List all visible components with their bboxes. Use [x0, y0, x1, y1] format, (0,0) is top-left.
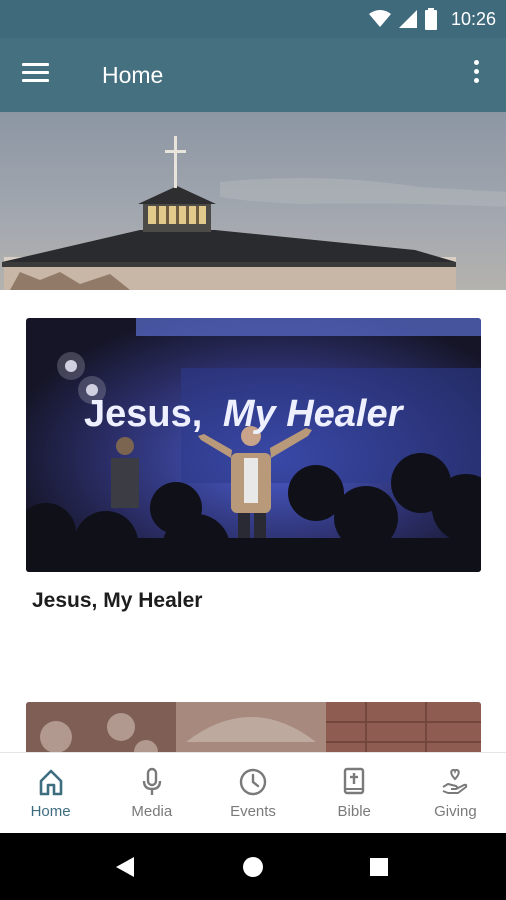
collage-photo — [26, 702, 481, 752]
hamburger-menu-icon[interactable] — [22, 58, 58, 92]
nav-label-giving: Giving — [434, 803, 477, 820]
nav-item-giving[interactable]: Giving — [405, 753, 506, 833]
system-navigation-bar — [0, 833, 506, 900]
card-image-title-line1: Jesus, — [84, 393, 202, 435]
page-title: Home — [102, 62, 164, 88]
nav-item-media[interactable]: Media — [101, 753, 202, 833]
recents-square-icon[interactable] — [344, 833, 414, 900]
app-bar: Home — [0, 38, 506, 112]
nav-label-home: Home — [30, 803, 71, 820]
sermon-card-caption[interactable]: Jesus, My Healer — [32, 589, 202, 613]
nav-item-bible[interactable]: Bible — [304, 753, 405, 833]
nav-label-events: Events — [230, 803, 276, 820]
bible-icon — [339, 766, 369, 798]
bottom-navigation: Home Media Events Bible Giving — [0, 752, 506, 833]
status-bar: 10:26 — [0, 0, 506, 38]
nav-label-bible: Bible — [337, 803, 371, 820]
cell-signal-icon — [398, 10, 417, 28]
wifi-icon — [368, 10, 391, 27]
card-image-title-line2: My Healer — [223, 393, 405, 435]
more-vert-icon[interactable] — [468, 60, 484, 92]
giving-hand-icon — [440, 766, 470, 798]
home-icon — [36, 766, 66, 798]
sermon-card[interactable]: Jesus, My Healer — [26, 318, 481, 572]
microphone-icon — [137, 766, 167, 798]
church-building-photo — [0, 112, 506, 290]
svg-text:Jesus, My Healer: Jesus, My Healer — [84, 393, 405, 435]
home-circle-icon[interactable] — [218, 833, 288, 900]
status-time: 10:26 — [450, 8, 496, 29]
content-scroll[interactable]: Jesus, My Healer Jesus, My Healer — [0, 112, 506, 752]
status-icons: 10:26 — [368, 0, 496, 38]
nav-item-events[interactable]: Events — [202, 753, 303, 833]
sermon-image: Jesus, My Healer — [26, 318, 481, 572]
battery-icon — [424, 8, 437, 30]
clock-icon — [238, 766, 268, 798]
nav-label-media: Media — [131, 803, 173, 820]
collage-card[interactable] — [26, 702, 481, 752]
nav-item-home[interactable]: Home — [0, 753, 101, 833]
back-icon[interactable] — [90, 833, 160, 900]
